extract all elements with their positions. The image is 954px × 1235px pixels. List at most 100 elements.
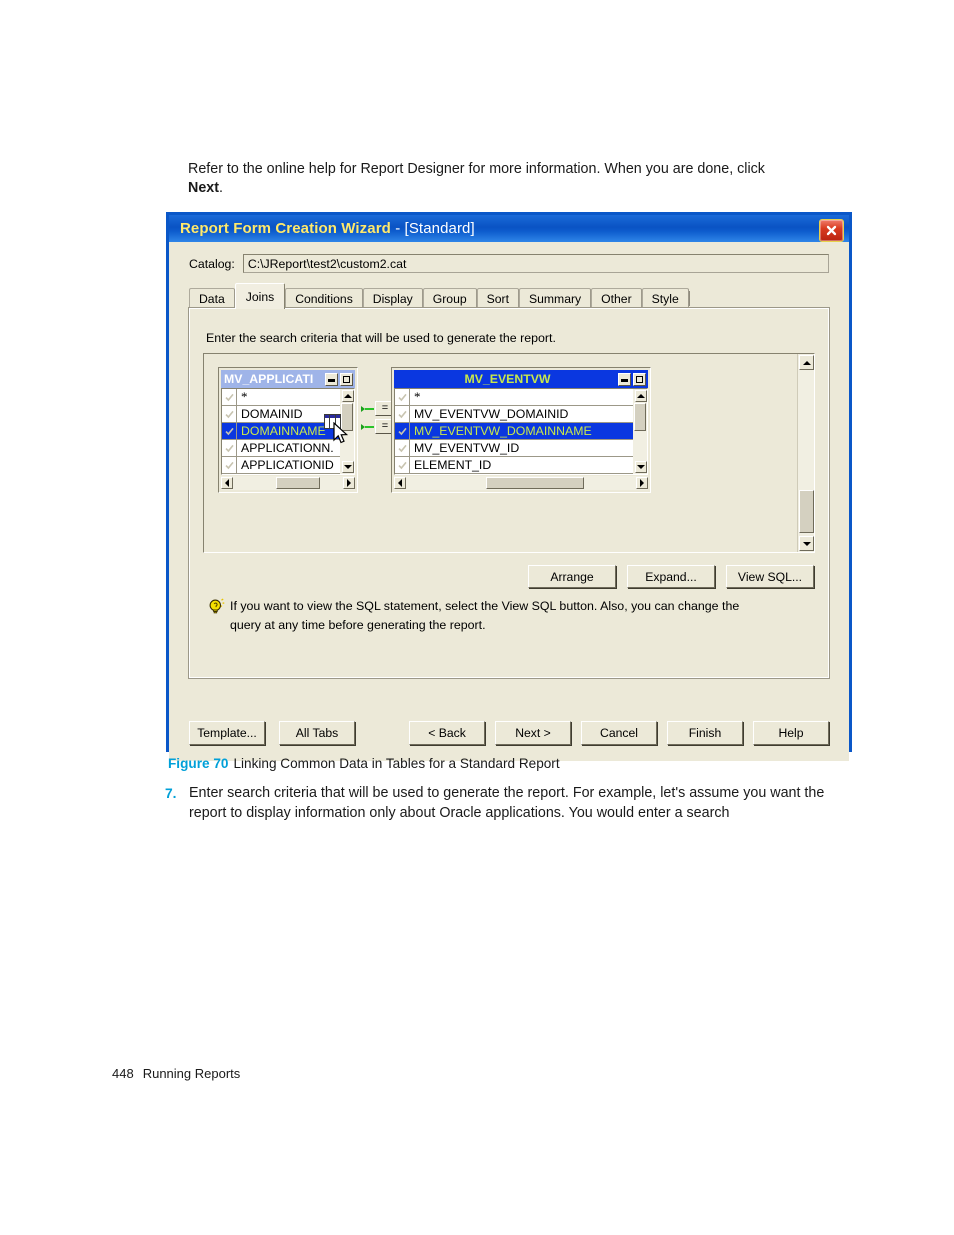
scroll-down-icon[interactable] [635,461,647,473]
table-widget-mv-eventvw[interactable]: MV_EVENTVW * MV_EVENTVW_DOMAINID MV_EVEN… [391,367,651,493]
report-form-creation-wizard-dialog: Report Form Creation Wizard - [Standard]… [166,212,852,761]
scroll-right-icon[interactable] [343,477,355,489]
scrollbar-thumb[interactable] [486,477,584,489]
scroll-up-icon[interactable] [799,355,814,370]
field-name: APPLICATIONID [241,458,334,472]
view-sql-button[interactable]: View SQL... [726,565,814,588]
tab-data[interactable]: Data [189,288,235,309]
field-list-hscrollbar-right[interactable] [394,476,648,490]
list-item[interactable]: APPLICATIONN. [222,440,340,457]
tab-display[interactable]: Display [362,288,423,309]
next-button[interactable]: Next > [495,721,571,745]
list-item[interactable]: ELEMENT_ID [395,457,633,474]
all-tabs-button[interactable]: All Tabs [279,721,355,745]
field-list-left[interactable]: * DOMAINID DOMAINNAME APPLICATIONN. APPL… [221,388,355,475]
page-footer: 448 Running Reports [112,1066,240,1081]
tab-strip: Data Joins Conditions Display Group Sort… [189,283,829,309]
list-item[interactable]: APPLICATIONTY [222,474,340,475]
scroll-left-icon[interactable] [394,477,406,489]
arrange-button[interactable]: Arrange [528,565,616,588]
footer-right-group: < Back Next > Cancel Finish Help [409,721,829,745]
checkmark-icon[interactable] [395,474,410,475]
list-item[interactable]: * [222,389,340,406]
tip-row: If you want to view the SQL statement, s… [208,597,810,635]
field-list-hscrollbar-left[interactable] [221,476,355,490]
list-item[interactable]: MV_EVENTVW_DOMAINNAME [395,423,633,440]
footer-left-group: Template... All Tabs [189,721,355,745]
field-list-scrollbar-right[interactable] [633,389,647,474]
tip-text-line1: If you want to view the SQL statement, s… [230,599,740,613]
list-item[interactable]: DEVICE_ID [395,474,633,475]
field-name: APPLICATIONN. [241,441,334,455]
tab-other[interactable]: Other [591,288,642,309]
checkmark-icon[interactable] [222,423,237,439]
list-item[interactable]: MV_EVENTVW_ID [395,440,633,457]
scroll-down-icon[interactable] [342,461,354,473]
dialog-title-suffix: - [Standard] [390,220,475,237]
checkmark-icon[interactable] [395,440,410,456]
close-icon[interactable] [819,219,844,242]
figure-caption-text: Linking Common Data in Tables for a Stan… [233,756,560,771]
tab-group[interactable]: Group [422,288,477,309]
step-text: Enter search criteria that will be used … [189,785,825,821]
checkmark-icon[interactable] [395,457,410,473]
tab-sort[interactable]: Sort [476,288,519,309]
scroll-down-icon[interactable] [799,536,814,551]
tab-summary[interactable]: Summary [519,288,592,309]
tip-text-line2: query at any time before generating the … [230,618,486,632]
list-item[interactable]: MV_EVENTVW_DOMAINID [395,406,633,423]
work-area-scrollbar[interactable] [797,354,814,552]
scroll-up-icon[interactable] [635,390,647,402]
scroll-up-icon[interactable] [342,390,354,402]
dialog-title: Report Form Creation Wizard - [Standard] [180,220,475,237]
finish-button[interactable]: Finish [667,721,743,745]
dialog-body: Catalog: C:\JReport\test2\custom2.cat Da… [169,254,849,761]
checkmark-icon[interactable] [222,440,237,456]
dialog-title-prefix: Report Form Creation Wizard [180,220,391,237]
field-list-right[interactable]: * MV_EVENTVW_DOMAINID MV_EVENTVW_DOMAINN… [394,388,648,475]
list-item[interactable]: APPLICATIONID [222,457,340,474]
field-name: MV_EVENTVW_DOMAINNAME [414,424,592,438]
page-section-name: Running Reports [142,1066,241,1081]
list-item[interactable]: DOMAINNAME [222,423,340,440]
list-item[interactable]: * [395,389,633,406]
table-widget-mv-application[interactable]: MV_APPLICATI * DOMAINID DOMAINNAME APPLI… [218,367,358,493]
scrollbar-thumb[interactable] [799,490,814,533]
tab-joins[interactable]: Joins [234,283,286,309]
scrollbar-thumb[interactable] [341,403,353,431]
minimize-icon[interactable] [618,372,631,386]
maximize-icon[interactable] [633,372,646,386]
expand-button[interactable]: Expand... [627,565,715,588]
field-name: DOMAINID [241,407,303,421]
page-number: 448 [112,1066,134,1081]
tab-conditions[interactable]: Conditions [285,288,363,309]
catalog-input[interactable]: C:\JReport\test2\custom2.cat [242,254,829,273]
checkmark-icon[interactable] [222,474,237,475]
cancel-button[interactable]: Cancel [581,721,657,745]
table-title-right: MV_EVENTVW [464,372,551,386]
checkmark-icon[interactable] [222,457,237,473]
list-item[interactable]: DOMAINID [222,406,340,423]
field-list-scrollbar-left[interactable] [340,389,354,474]
tab-strip-end-divider [688,291,690,306]
checkmark-icon[interactable] [395,389,410,405]
back-button[interactable]: < Back [409,721,485,745]
intro-next-keyword: Next [188,180,219,196]
scroll-right-icon[interactable] [636,477,648,489]
maximize-icon[interactable] [340,372,353,386]
scroll-left-icon[interactable] [221,477,233,489]
field-name: DOMAINNAME [241,424,326,438]
checkmark-icon[interactable] [395,423,410,439]
table-title-bar-right: MV_EVENTVW [394,370,648,388]
scrollbar-thumb[interactable] [634,403,646,431]
minimize-icon[interactable] [325,372,338,386]
checkmark-icon[interactable] [222,389,237,405]
checkmark-icon[interactable] [222,406,237,422]
field-name: ELEMENT_ID [414,458,492,472]
help-button[interactable]: Help [753,721,829,745]
template-button[interactable]: Template... [189,721,265,745]
figure-caption: Figure 70 Linking Common Data in Tables f… [168,755,560,773]
scrollbar-thumb[interactable] [276,477,320,489]
tab-style[interactable]: Style [641,288,689,309]
checkmark-icon[interactable] [395,406,410,422]
